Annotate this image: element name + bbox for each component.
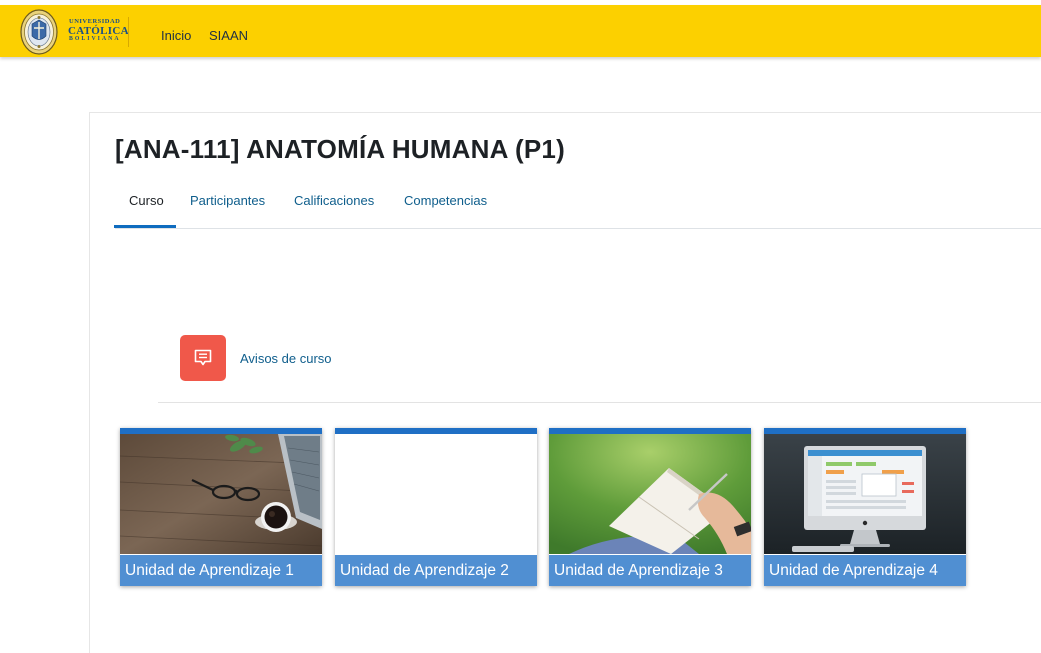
unit-label: Unidad de Aprendizaje 2 bbox=[335, 555, 537, 586]
logo-divider bbox=[128, 17, 129, 47]
unit-label: Unidad de Aprendizaje 4 bbox=[764, 555, 966, 586]
unit-4-image bbox=[764, 434, 966, 554]
tab-competencias[interactable]: Competencias bbox=[404, 193, 487, 208]
unit-tile-1[interactable]: Unidad de Aprendizaje 1 bbox=[120, 428, 322, 586]
forum-chat-icon[interactable] bbox=[180, 335, 226, 381]
nav-link-inicio[interactable]: Inicio bbox=[161, 28, 191, 43]
unit-tile-4[interactable]: Unidad de Aprendizaje 4 bbox=[764, 428, 966, 586]
unit-label: Unidad de Aprendizaje 3 bbox=[549, 555, 751, 586]
section-divider bbox=[158, 402, 1041, 403]
logo-line-catolica: CATÓLICA bbox=[68, 24, 129, 37]
announcements-link[interactable]: Avisos de curso bbox=[240, 351, 332, 366]
unit-tile-2[interactable]: Unidad de Aprendizaje 2 bbox=[335, 428, 537, 586]
university-wordmark[interactable]: UNIVERSIDAD CATÓLICA BOLIVIANA bbox=[68, 18, 129, 49]
university-seal-logo[interactable] bbox=[20, 8, 58, 56]
unit-tile-3[interactable]: Unidad de Aprendizaje 3 bbox=[549, 428, 751, 586]
course-tabs: Curso Participantes Calificaciones Compe… bbox=[114, 186, 1041, 229]
unit-3-image bbox=[549, 434, 751, 554]
logo-line-boliviana: BOLIVIANA bbox=[69, 35, 121, 42]
unit-1-image bbox=[120, 434, 322, 554]
top-navbar: UNIVERSIDAD CATÓLICA BOLIVIANA Inicio SI… bbox=[0, 5, 1041, 57]
tab-participantes[interactable]: Participantes bbox=[190, 193, 265, 208]
nav-link-siaan[interactable]: SIAAN bbox=[209, 28, 248, 43]
unit-label: Unidad de Aprendizaje 1 bbox=[120, 555, 322, 586]
page-title: [ANA-111] ANATOMÍA HUMANA (P1) bbox=[115, 134, 565, 164]
active-tab-indicator bbox=[114, 225, 176, 228]
unit-2-image bbox=[335, 434, 537, 554]
tab-curso[interactable]: Curso bbox=[129, 193, 164, 208]
tab-calificaciones[interactable]: Calificaciones bbox=[294, 193, 374, 208]
